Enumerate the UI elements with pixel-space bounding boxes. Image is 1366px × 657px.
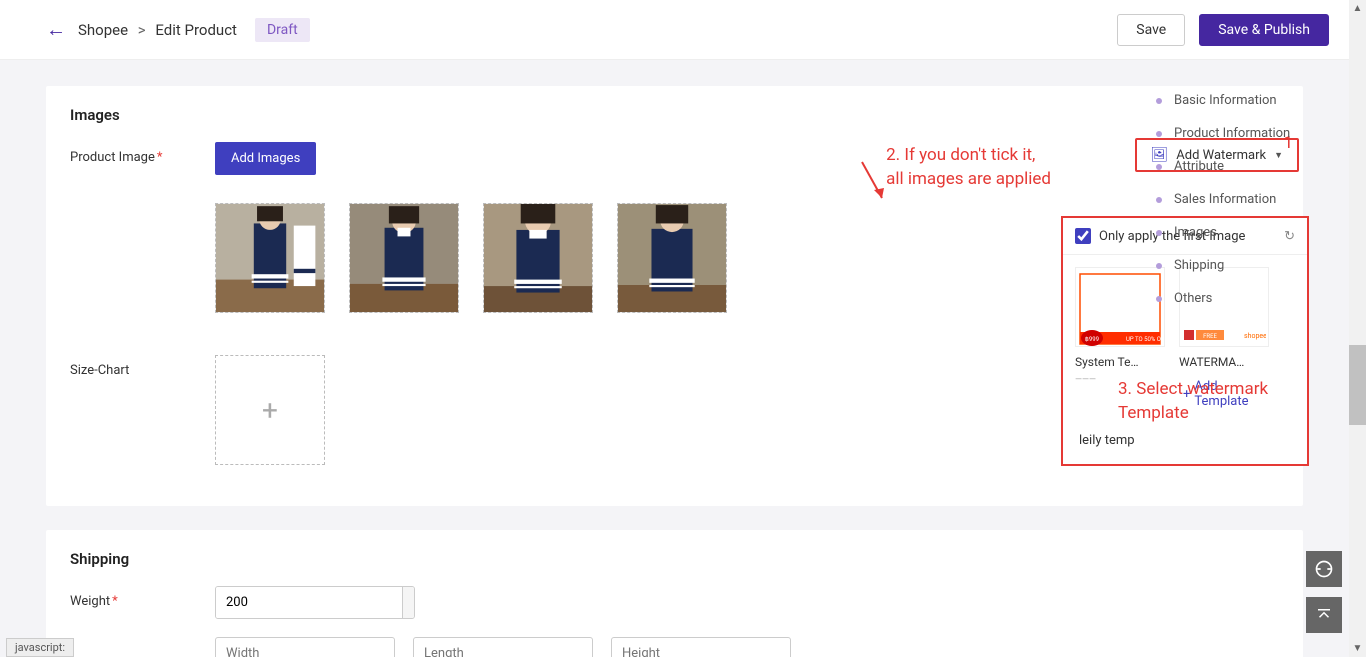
scroll-down-icon[interactable]: ▼ [1349,640,1366,657]
nav-basic-information[interactable]: Basic Information [1156,84,1336,117]
back-arrow-icon[interactable]: ← [46,17,66,42]
shipping-card: Shipping Weight* g [46,530,1303,657]
weight-unit: g [402,587,415,618]
nav-attribute[interactable]: Attribute [1156,150,1336,183]
statusbar: javascript: [6,638,74,657]
nav-others[interactable]: Others [1156,282,1336,315]
product-image-thumb[interactable] [483,203,593,313]
weight-label: Weight* [70,586,215,609]
required-asterisk: * [157,150,163,165]
template-name: WATERMA… [1179,355,1269,369]
images-card: Images Product Image* Add Images Size-Ch… [46,86,1303,506]
leily-temp-row[interactable]: leily temp [1063,421,1307,464]
apply-first-checkbox[interactable] [1075,228,1091,244]
product-image-thumb[interactable] [215,203,325,313]
svg-text:UP TO 50% OFF: UP TO 50% OFF [1126,336,1162,343]
nav-sales-information[interactable]: Sales Information [1156,183,1336,216]
height-field[interactable] [611,637,791,657]
scrollbar[interactable]: ▲ ▼ [1349,0,1366,657]
nav-product-information[interactable]: Product Information [1156,117,1336,150]
shipping-card-title: Shipping [70,550,1279,568]
section-nav: Basic Information Product Information At… [1156,84,1336,315]
size-chart-label: Size-Chart [70,355,215,378]
svg-text:FREE: FREE [1203,333,1217,340]
scroll-up-icon[interactable]: ▲ [1349,0,1366,17]
template-sub: ——— [1075,375,1165,385]
save-button[interactable]: Save [1117,14,1185,46]
draft-badge: Draft [255,18,310,42]
breadcrumb-page: Edit Product [155,21,237,39]
parcel-size-label [70,637,215,645]
nav-images[interactable]: Images [1156,216,1336,249]
required-asterisk: * [112,594,118,609]
weight-input[interactable]: g [215,586,415,619]
product-image-thumb[interactable] [617,203,727,313]
length-field[interactable] [413,637,593,657]
images-card-title: Images [70,106,1279,124]
plus-icon: + [262,394,278,427]
watermark-template[interactable]: ฿999 UP TO 50% OFF System Te… ——— [1075,267,1165,409]
breadcrumb: Shopee > Edit Product [78,21,237,39]
nav-shipping[interactable]: Shipping [1156,249,1336,282]
scroll-top-icon[interactable] [1306,597,1342,633]
save-publish-button[interactable]: Save & Publish [1199,14,1329,46]
width-field[interactable] [215,637,395,657]
product-image-label: Product Image* [70,142,215,165]
page-body: Images Product Image* Add Images Size-Ch… [0,60,1349,657]
add-template-link[interactable]: + Add Template [1183,379,1269,409]
weight-field[interactable] [216,587,402,618]
plus-icon: + [1183,387,1190,402]
size-chart-upload[interactable]: + [215,355,325,465]
topbar: ← Shopee > Edit Product Draft Save Save … [0,0,1349,60]
svg-text:฿999: ฿999 [1085,336,1099,343]
svg-text:shopee: shopee [1244,332,1266,340]
scroll-thumb[interactable] [1349,345,1366,425]
support-icon[interactable] [1306,551,1342,587]
product-image-thumb[interactable] [349,203,459,313]
breadcrumb-separator: > [138,21,146,39]
template-name: System Te… [1075,355,1165,369]
breadcrumb-shop[interactable]: Shopee [78,21,128,39]
float-buttons [1306,551,1342,633]
add-images-button[interactable]: Add Images [215,142,316,175]
